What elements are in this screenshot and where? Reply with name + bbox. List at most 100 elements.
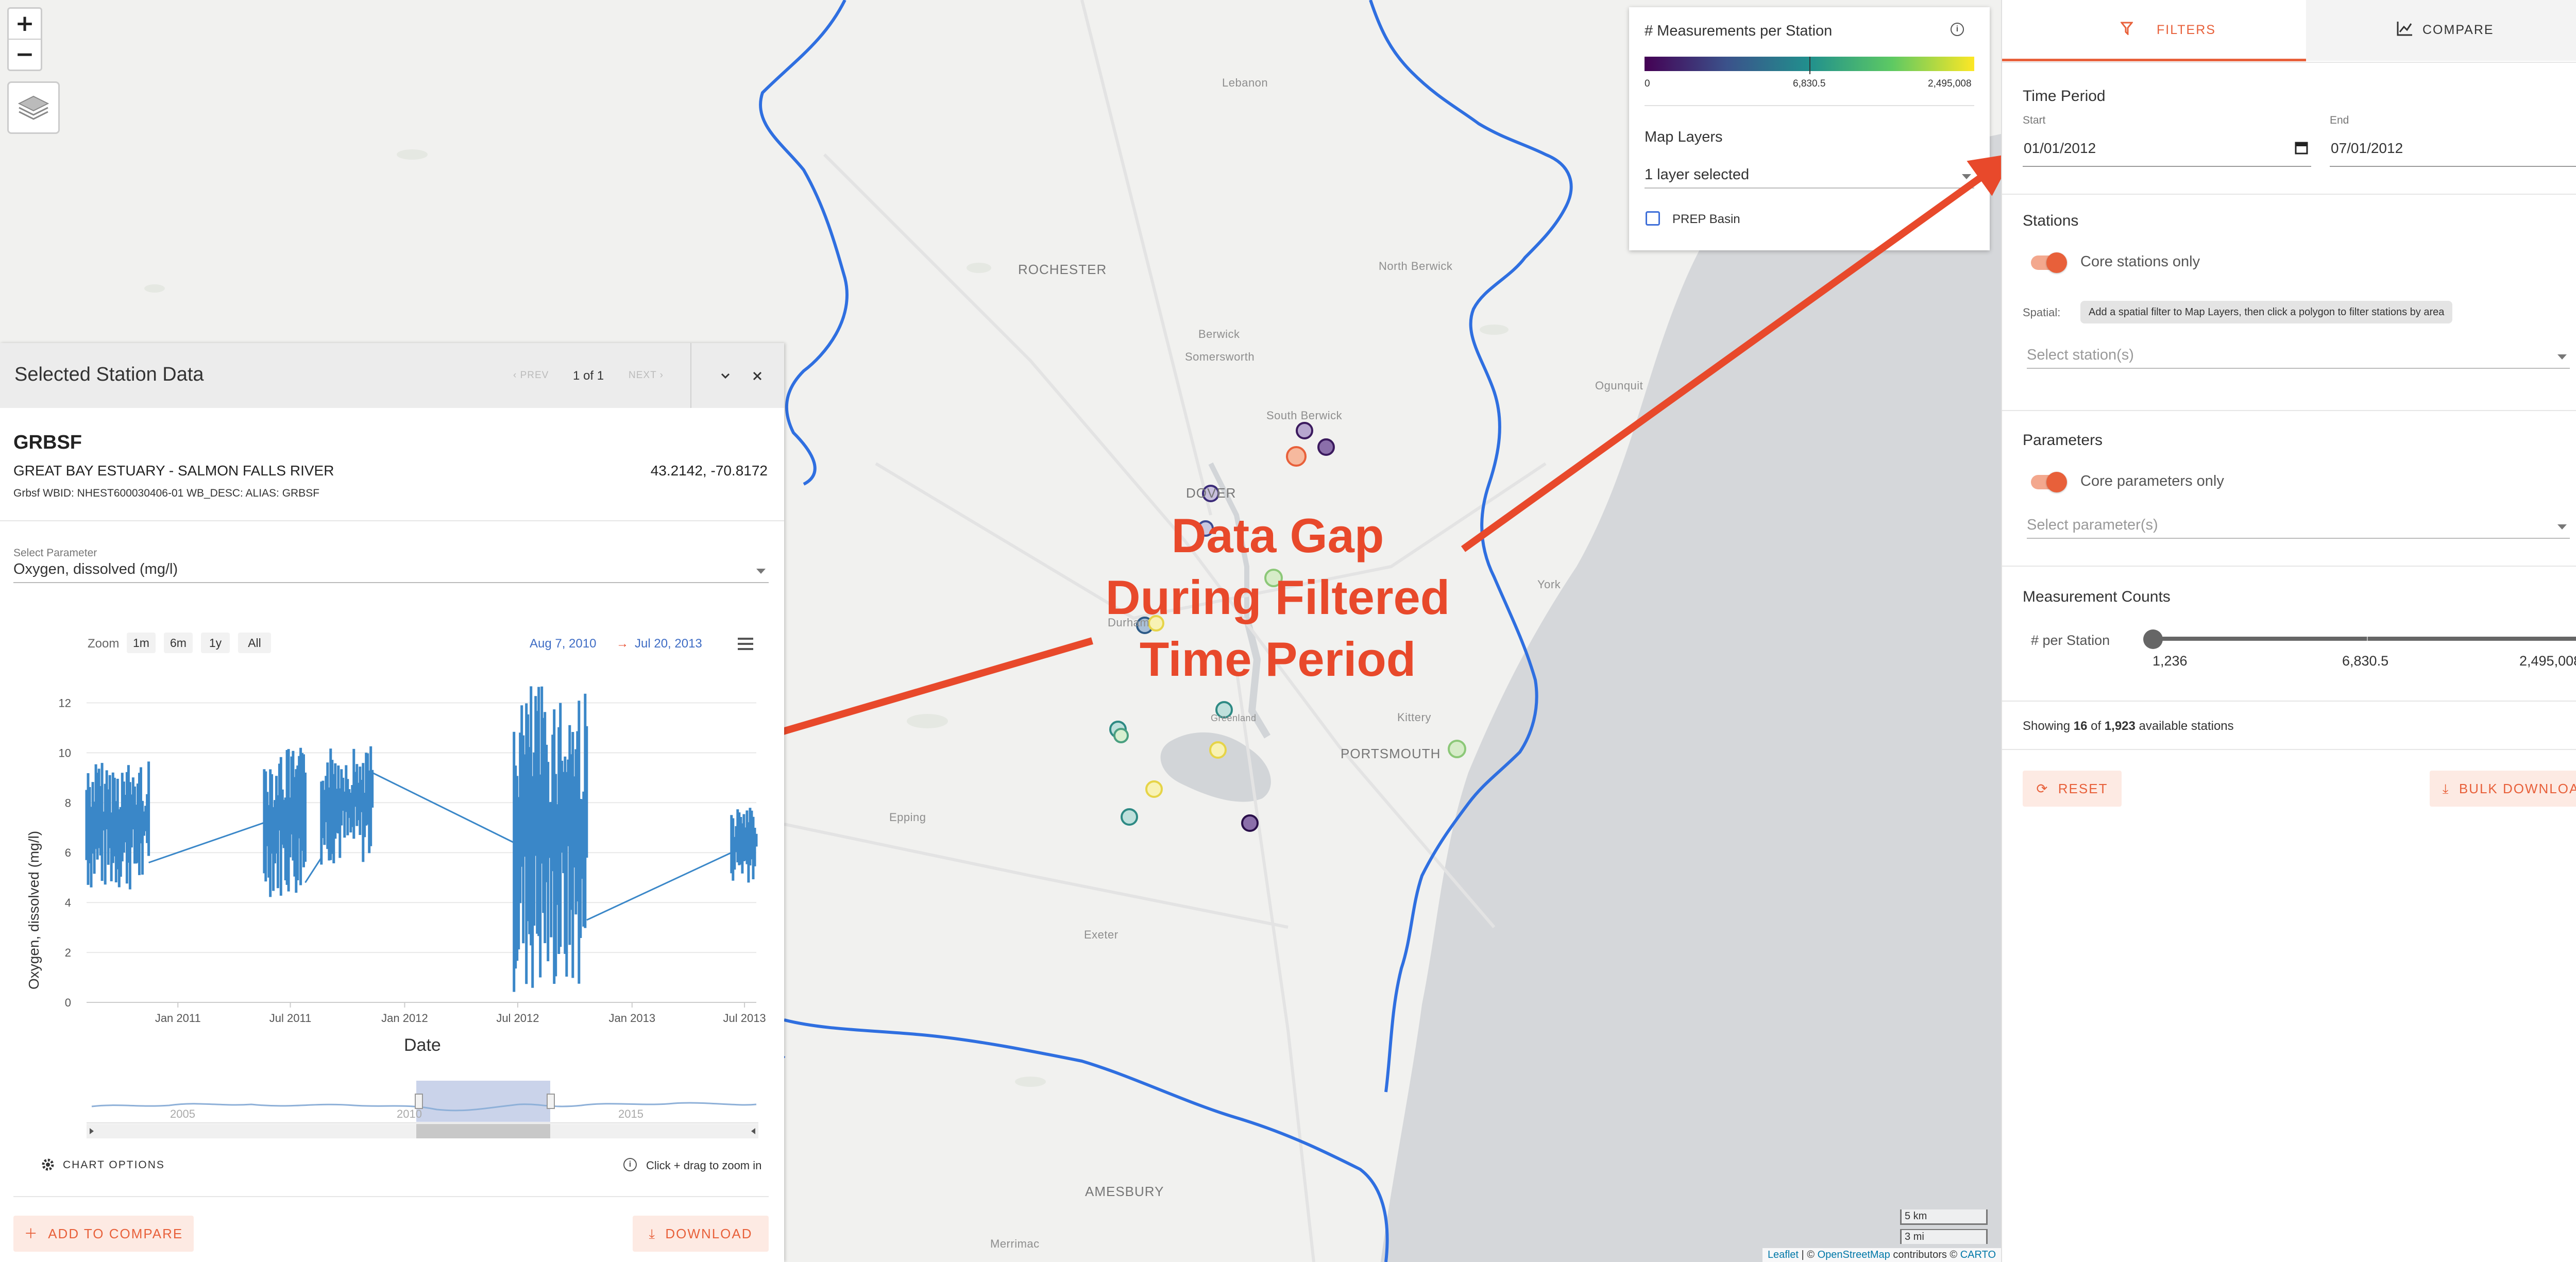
divider [2002, 566, 2576, 567]
station-id: GRBSF [13, 432, 82, 453]
navigator-selection[interactable] [416, 1081, 550, 1122]
count-max: 2,495,008 [2519, 653, 2576, 669]
bulk-download-label: BULK DOWNLOAD [2459, 781, 2576, 796]
start-date-input[interactable]: 01/01/2012 [2023, 133, 2311, 167]
x-axis-label: Date [404, 1035, 441, 1055]
place-label: Merrimac [990, 1237, 1040, 1250]
count-slider-track[interactable] [2153, 637, 2576, 641]
count-slider-min-handle[interactable] [2143, 629, 2163, 649]
legend-mid: 6,830.5 [1793, 78, 1826, 89]
prep-basin-label: PREP Basin [1672, 212, 1740, 226]
series-connector [586, 851, 732, 921]
scale-mi: 3 mi [1900, 1229, 1988, 1244]
header-divider [690, 343, 691, 408]
chart-options-button[interactable]: CHART OPTIONS [63, 1159, 165, 1171]
reset-label: RESET [2058, 781, 2108, 796]
leaflet-link[interactable]: Leaflet [1768, 1249, 1799, 1260]
core-stations-toggle[interactable] [2031, 252, 2067, 273]
series-cluster [513, 686, 588, 992]
layers-button[interactable] [7, 81, 60, 134]
osm-link[interactable]: OpenStreetMap [1818, 1249, 1890, 1260]
showing-count: Showing 16 of 1,923 available stations [2023, 719, 2234, 734]
y-axis-label: Oxygen, dissolved (mg/l) [26, 830, 42, 990]
add-to-compare-button[interactable]: ＋ ADD TO COMPARE [13, 1216, 194, 1252]
annotation-text: Data Gap During Filtered Time Period [1066, 505, 1489, 690]
tab-compare[interactable]: COMPARE [2306, 0, 2576, 61]
place-label: PORTSMOUTH [1341, 746, 1441, 761]
parameters-title: Parameters [2023, 432, 2103, 449]
core-parameters-toggle[interactable] [2031, 472, 2067, 492]
prev-button[interactable]: ‹ PREV [513, 370, 549, 381]
zoom-6m-button[interactable]: 6m [164, 633, 193, 653]
series-connector [372, 772, 515, 844]
parameter-select[interactable]: Oxygen, dissolved (mg/l) [13, 559, 769, 583]
pager-text: 1 of 1 [573, 369, 604, 383]
range-arrow: → [616, 637, 629, 651]
zoom-1m-button[interactable]: 1m [127, 633, 156, 653]
scrollbar-thumb[interactable] [416, 1124, 550, 1138]
scale-km: 5 km [1900, 1209, 1988, 1225]
divider [2002, 194, 2576, 195]
navigator-handle-right[interactable] [547, 1094, 555, 1109]
zoom-out-button[interactable]: − [9, 39, 41, 70]
place-label: Greenland [1211, 713, 1257, 723]
y-tick-label: 6 [65, 846, 71, 859]
tab-filters-label: FILTERS [2157, 23, 2216, 37]
slider-mid-tick [2367, 637, 2368, 641]
place-label: North Berwick [1379, 260, 1453, 272]
series-cluster [85, 761, 150, 890]
zoom-all-button[interactable]: All [238, 633, 271, 653]
series-connector [148, 822, 265, 864]
map-layers-select[interactable]: 1 layer selected [1645, 165, 1974, 189]
info-icon[interactable]: i [1951, 23, 1964, 36]
chart-menu-icon[interactable] [737, 637, 754, 651]
y-tick-label: 2 [65, 946, 71, 959]
tab-filters[interactable]: FILTERS [2002, 0, 2306, 61]
place-label: South Berwick [1266, 409, 1343, 422]
bulk-download-button[interactable]: ⤓ BULK DOWNLOAD [2430, 771, 2576, 807]
selected-station-panel: Selected Station Data ‹ PREV 1 of 1 NEXT… [0, 343, 784, 1262]
parameter-filter-select[interactable]: Select parameter(s) [2027, 515, 2570, 539]
filter-icon [2121, 22, 2133, 35]
station-panel-header: Selected Station Data ‹ PREV 1 of 1 NEXT… [0, 343, 784, 408]
end-date-input[interactable]: 07/01/2012 [2330, 133, 2576, 167]
gear-icon[interactable] [41, 1158, 55, 1171]
place-label: Lebanon [1222, 76, 1268, 89]
oxygen-chart[interactable]: 0 2 4 6 8 10 12 Jan 2011 Jul 2011 Jan 2012 Jul 201… [0, 668, 784, 1038]
collapse-chevron-icon[interactable] [719, 370, 732, 382]
close-icon[interactable] [751, 370, 764, 382]
legend-min: 0 [1645, 78, 1650, 89]
range-to[interactable]: Jul 20, 2013 [635, 637, 702, 651]
divider [2002, 701, 2576, 702]
map-legend: # Measurements per Station i 0 6,830.5 2… [1629, 7, 1990, 250]
parameter-filter-placeholder: Select parameter(s) [2027, 517, 2158, 533]
filter-panel: FILTERS COMPARE Time Period i Start 01/0… [2001, 0, 2576, 1262]
layers-icon [18, 95, 49, 120]
next-button[interactable]: NEXT › [629, 370, 664, 381]
measurement-counts-title: Measurement Counts [2023, 588, 2171, 605]
place-label: York [1537, 578, 1561, 591]
station-select[interactable]: Select station(s) [2027, 345, 2570, 369]
zoom-control: + − [7, 7, 42, 71]
zoom-1y-button[interactable]: 1y [201, 633, 230, 653]
navigator-handle-left[interactable] [415, 1094, 423, 1109]
station-meta: Grbsf WBID: NHEST600030406-01 WB_DESC: A… [13, 487, 320, 499]
zoom-in-button[interactable]: + [9, 9, 41, 39]
calendar-icon[interactable] [2295, 140, 2308, 155]
x-tick-label: Jul 2013 [723, 1012, 766, 1025]
divider [13, 1196, 769, 1197]
divider [0, 520, 784, 521]
download-button[interactable]: ⤓ DOWNLOAD [633, 1216, 769, 1252]
reset-button[interactable]: ⟳ RESET [2023, 771, 2122, 807]
prep-basin-checkbox[interactable] [1646, 211, 1660, 226]
carto-link[interactable]: CARTO [1960, 1249, 1996, 1260]
legend-title: # Measurements per Station [1645, 23, 1833, 39]
series-cluster [730, 808, 758, 883]
annotation-line-3: Time Period [1139, 632, 1416, 686]
showing-suffix: available stations [2135, 719, 2234, 733]
place-label: Exeter [1084, 928, 1118, 941]
legend-max: 2,495,008 [1928, 78, 1972, 89]
spatial-hint-chip: Add a spatial filter to Map Layers, then… [2080, 301, 2453, 323]
y-tick-label: 10 [59, 746, 71, 759]
range-from[interactable]: Aug 7, 2010 [530, 637, 596, 651]
